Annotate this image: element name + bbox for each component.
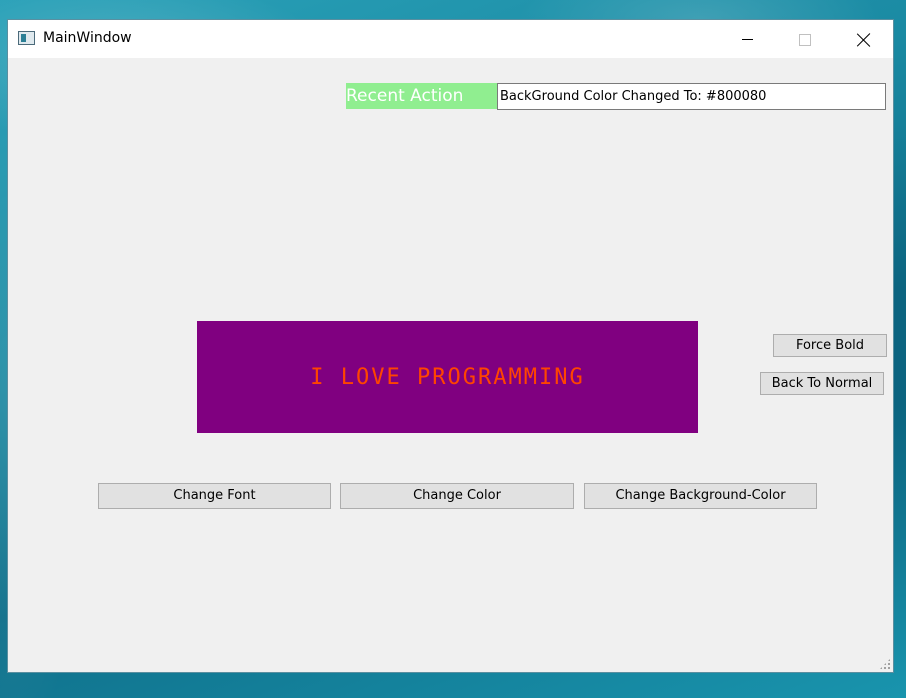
recent-action-field[interactable]: BackGround Color Changed To: #800080 [497, 83, 886, 110]
main-window: MainWindow Recent Action BackGround Colo… [7, 19, 894, 673]
app-window-icon [18, 31, 35, 45]
display-panel: I LOVE PROGRAMMING [197, 321, 698, 433]
close-icon [857, 33, 871, 47]
display-text: I LOVE PROGRAMMING [310, 364, 585, 390]
maximize-icon [799, 33, 811, 46]
minimize-button[interactable] [724, 20, 770, 58]
change-background-color-button[interactable]: Change Background-Color [584, 483, 817, 509]
change-font-button[interactable]: Change Font [98, 483, 331, 509]
change-color-button[interactable]: Change Color [340, 483, 574, 509]
maximize-button[interactable] [782, 20, 828, 58]
resize-grip-icon[interactable] [879, 658, 891, 670]
window-title: MainWindow [43, 30, 132, 46]
recent-action-label: Recent Action [346, 83, 497, 109]
title-bar[interactable]: MainWindow [8, 20, 893, 58]
minimize-icon [741, 39, 753, 40]
force-bold-button[interactable]: Force Bold [773, 334, 887, 357]
close-button[interactable] [841, 20, 887, 58]
back-to-normal-button[interactable]: Back To Normal [760, 372, 884, 395]
